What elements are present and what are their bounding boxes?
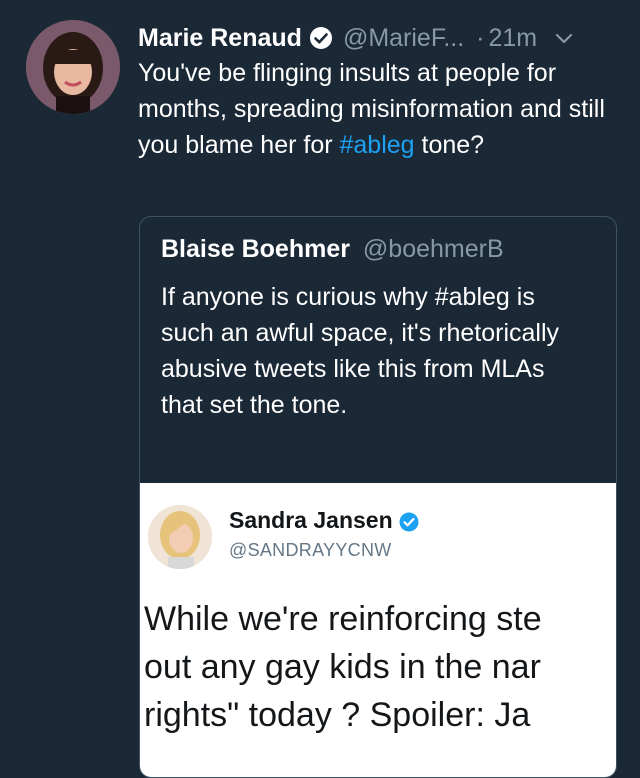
tweet-text-part: tone? [414, 131, 485, 159]
embedded-author-name-row: Sandra Jansen [229, 507, 419, 534]
embedded-text-line: While we're reinforcing ste [144, 600, 542, 638]
author-avatar-image [26, 20, 120, 114]
hashtag-link[interactable]: #ableg [340, 131, 415, 159]
quoted-author-name: Blaise Boehmer [161, 235, 350, 263]
embedded-author-avatar [148, 505, 212, 569]
embedded-tweet-text: While we're reinforcing ste out any gay … [144, 595, 616, 739]
author-avatar[interactable] [26, 20, 120, 114]
separator-dot: · [476, 23, 485, 52]
embedded-author-handle: @SANDRAYYCNW [229, 540, 392, 560]
quoted-author-handle: @boehmerB [362, 235, 504, 263]
tweet-header: Marie Renaud @MarieF... · 21m [138, 20, 620, 56]
chevron-down-icon[interactable] [553, 27, 575, 49]
embedded-text-line: rights" today ? Spoiler: Ja [144, 696, 531, 734]
embedded-text-line: out any gay kids in the nar [144, 648, 541, 686]
author-name[interactable]: Marie Renaud [138, 24, 302, 53]
embedded-author-name: Sandra Jansen [229, 507, 393, 533]
tweet-text: You've be flinging insults at people for… [138, 55, 618, 163]
verified-badge-icon [309, 26, 333, 50]
tweet-timestamp[interactable]: 21m [489, 24, 538, 53]
quoted-tweet-card[interactable]: Blaise Boehmer @boehmerB If anyone is cu… [139, 216, 617, 778]
verified-badge-icon [399, 511, 419, 531]
quoted-tweet-header: Blaise Boehmer @boehmerB [161, 235, 504, 264]
author-handle[interactable]: @MarieF... [343, 24, 464, 53]
quoted-tweet-text: If anyone is curious why #ableg is such … [161, 283, 560, 419]
